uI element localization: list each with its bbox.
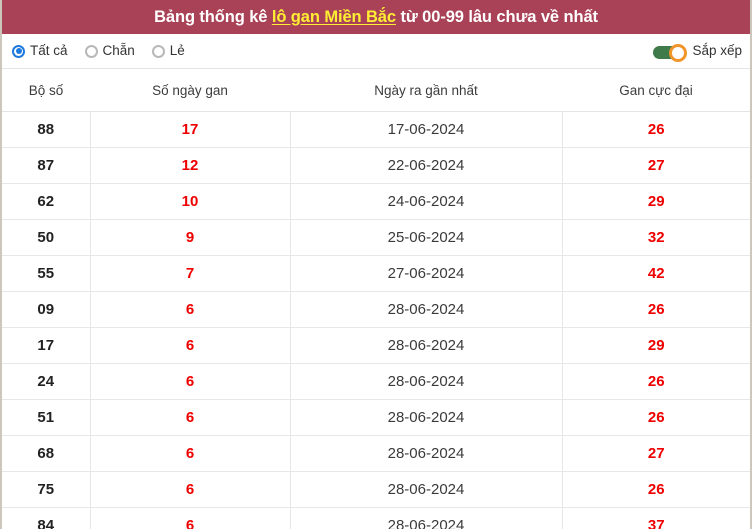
cell-bo-so: 62 (2, 183, 91, 220)
cell-so-ngay-gan: 6 (90, 363, 291, 400)
filter-control-bar: Tất cả Chẵn Lẻ Sắp xếp (2, 34, 750, 68)
table-row[interactable]: 62 10 24-06-2024 29 (2, 183, 750, 220)
cell-gan-cuc-dai: 27 (562, 435, 750, 472)
cell-gan-cuc-dai: 26 (562, 291, 750, 328)
table-row[interactable]: 55 7 27-06-2024 42 (2, 255, 750, 292)
cell-bo-so: 55 (2, 255, 91, 292)
table-row[interactable]: 75 6 28-06-2024 26 (2, 471, 750, 508)
cell-gan-cuc-dai: 29 (562, 183, 750, 220)
cell-ngay-ra-gan-nhat: 28-06-2024 (290, 507, 563, 529)
cell-so-ngay-gan: 12 (90, 147, 291, 184)
cell-ngay-ra-gan-nhat: 27-06-2024 (290, 255, 563, 292)
table-row[interactable]: 24 6 28-06-2024 26 (2, 363, 750, 400)
radio-label-le: Lẻ (169, 43, 185, 59)
cell-so-ngay-gan: 6 (90, 399, 291, 436)
radio-dot-icon (151, 44, 165, 58)
cell-bo-so: 50 (2, 219, 91, 256)
cell-ngay-ra-gan-nhat: 22-06-2024 (290, 147, 563, 184)
radio-dot-icon (84, 44, 98, 58)
sort-toggle-switch[interactable] (653, 43, 688, 62)
cell-ngay-ra-gan-nhat: 28-06-2024 (290, 291, 563, 328)
table-row[interactable]: 68 6 28-06-2024 27 (2, 435, 750, 472)
radio-label-tat-ca: Tất cả (30, 43, 68, 59)
cell-so-ngay-gan: 6 (90, 327, 291, 364)
cell-ngay-ra-gan-nhat: 28-06-2024 (290, 471, 563, 508)
cell-ngay-ra-gan-nhat: 28-06-2024 (290, 435, 563, 472)
sort-toggle-label: Sắp xếp (692, 43, 742, 59)
cell-ngay-ra-gan-nhat: 25-06-2024 (290, 219, 563, 256)
cell-so-ngay-gan: 9 (90, 219, 291, 256)
parity-filter-radio-group: Tất cả Chẵn Lẻ (12, 44, 185, 58)
table-row[interactable]: 51 6 28-06-2024 26 (2, 399, 750, 436)
cell-gan-cuc-dai: 27 (562, 147, 750, 184)
sort-toggle-group[interactable]: Sắp xếp (653, 43, 742, 62)
column-header-ngay-ra-gan-nhat[interactable]: Ngày ra gần nhất (290, 68, 562, 112)
cell-bo-so: 17 (2, 327, 91, 364)
radio-option-le[interactable]: Lẻ (151, 43, 185, 59)
cell-gan-cuc-dai: 26 (562, 471, 750, 508)
cell-so-ngay-gan: 6 (90, 507, 291, 529)
cell-gan-cuc-dai: 26 (562, 399, 750, 436)
column-header-gan-cuc-dai[interactable]: Gan cực đại (562, 68, 750, 112)
table-body: 88 17 17-06-2024 26 87 12 22-06-2024 27 62 10 24-0… (2, 111, 750, 529)
cell-bo-so: 51 (2, 399, 91, 436)
cell-so-ngay-gan: 6 (90, 291, 291, 328)
lo-gan-statistics-page: Bảng thống kê lô gan Miền Bắc từ 00-99 l… (0, 0, 752, 529)
table-row[interactable]: 09 6 28-06-2024 26 (2, 291, 750, 328)
page-title-prefix: Bảng thống kê (154, 7, 272, 26)
cell-ngay-ra-gan-nhat: 28-06-2024 (290, 399, 563, 436)
lo-gan-table: Bộ số Số ngày gan Ngày ra gần nhất Gan c… (2, 68, 750, 529)
cell-bo-so: 88 (2, 111, 91, 148)
cell-gan-cuc-dai: 42 (562, 255, 750, 292)
radio-option-tat-ca[interactable]: Tất cả (12, 44, 68, 58)
cell-ngay-ra-gan-nhat: 28-06-2024 (290, 327, 563, 364)
cell-bo-so: 24 (2, 363, 91, 400)
cell-so-ngay-gan: 10 (90, 183, 291, 220)
table-header-row: Bộ số Số ngày gan Ngày ra gần nhất Gan c… (2, 68, 750, 112)
radio-label-chan: Chẵn (102, 43, 135, 59)
cell-gan-cuc-dai: 29 (562, 327, 750, 364)
cell-gan-cuc-dai: 37 (562, 507, 750, 529)
cell-gan-cuc-dai: 26 (562, 111, 750, 148)
table-row[interactable]: 84 6 28-06-2024 37 (2, 507, 750, 529)
page-title-suffix: từ 00-99 lâu chưa về nhất (395, 7, 598, 26)
toggle-knob-icon (669, 43, 688, 62)
table-row[interactable]: 50 9 25-06-2024 32 (2, 219, 750, 256)
cell-so-ngay-gan: 17 (90, 111, 291, 148)
radio-option-chan[interactable]: Chẵn (84, 43, 135, 59)
cell-bo-so: 84 (2, 507, 91, 529)
cell-bo-so: 09 (2, 291, 91, 328)
table-header: Bộ số Số ngày gan Ngày ra gần nhất Gan c… (2, 68, 750, 112)
cell-ngay-ra-gan-nhat: 17-06-2024 (290, 111, 563, 148)
cell-so-ngay-gan: 6 (90, 471, 291, 508)
table-row[interactable]: 88 17 17-06-2024 26 (2, 111, 750, 148)
page-title-highlight-link[interactable]: lô gan Miền Bắc (272, 8, 396, 26)
column-header-bo-so[interactable]: Bộ số (2, 68, 90, 112)
table-row[interactable]: 87 12 22-06-2024 27 (2, 147, 750, 184)
cell-gan-cuc-dai: 32 (562, 219, 750, 256)
column-header-so-ngay-gan[interactable]: Số ngày gan (90, 68, 290, 112)
page-title: Bảng thống kê lô gan Miền Bắc từ 00-99 l… (154, 9, 598, 26)
cell-so-ngay-gan: 7 (90, 255, 291, 292)
page-title-bar: Bảng thống kê lô gan Miền Bắc từ 00-99 l… (2, 0, 750, 34)
radio-dot-icon (12, 44, 25, 58)
cell-ngay-ra-gan-nhat: 24-06-2024 (290, 183, 563, 220)
cell-ngay-ra-gan-nhat: 28-06-2024 (290, 363, 563, 400)
cell-bo-so: 75 (2, 471, 91, 508)
table-row[interactable]: 17 6 28-06-2024 29 (2, 327, 750, 364)
cell-so-ngay-gan: 6 (90, 435, 291, 472)
cell-gan-cuc-dai: 26 (562, 363, 750, 400)
cell-bo-so: 68 (2, 435, 91, 472)
cell-bo-so: 87 (2, 147, 91, 184)
